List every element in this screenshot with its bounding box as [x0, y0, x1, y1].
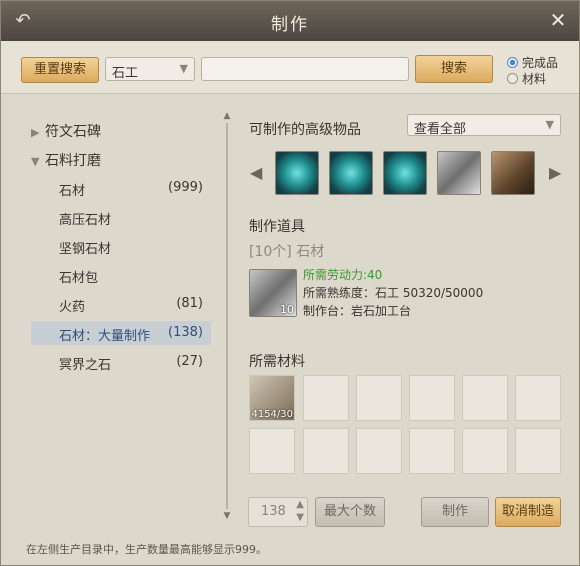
recipe-tree: ▶ 符文石碑 ▼ 石料打磨 石材 (999) 高压石材 坚钢石材 石材包 火药 (8… [19, 107, 215, 527]
material-slot [462, 375, 508, 421]
material-quantity: 4154/30 [251, 409, 293, 420]
item-label: 高压石材 [59, 213, 112, 228]
prev-arrow-icon[interactable]: ◀ [250, 163, 262, 183]
material-slot [303, 428, 349, 474]
sidebar-item-high-pressure-stone[interactable]: 高压石材 [31, 205, 211, 229]
next-arrow-icon[interactable]: ▶ [549, 163, 561, 183]
search-input[interactable] [201, 57, 409, 81]
chevron-down-icon: ▼ [545, 118, 554, 131]
filter-dropdown[interactable]: 查看全部 ▼ [407, 114, 561, 137]
item-count: (999) [168, 180, 203, 195]
category-rune-stele[interactable]: ▶ 符文石碑 [31, 121, 101, 141]
material-slot [356, 375, 402, 421]
item-count: (27) [176, 354, 203, 369]
expand-icon: ▶ [31, 126, 40, 139]
item-label: 坚钢石材 [59, 242, 112, 257]
product-icon[interactable]: 10 [249, 269, 297, 317]
sidebar-item-steel-stone[interactable]: 坚钢石材 [31, 234, 211, 258]
radio-unselected-icon [507, 73, 518, 84]
scroll-track[interactable] [226, 123, 228, 509]
advanced-item-slot[interactable] [437, 151, 481, 195]
cancel-craft-button[interactable]: 取消制造 [495, 497, 561, 527]
item-label: 石材包 [59, 271, 99, 286]
category-label: 石料打磨 [45, 153, 101, 169]
item-label: 冥界之石 [59, 358, 112, 373]
advanced-item-slot[interactable] [383, 151, 427, 195]
product-quantity: 10 [280, 303, 294, 316]
category-value: 石工 [112, 66, 139, 81]
title-bar: ↶ 制作 ✕ [1, 1, 579, 41]
labor-requirement: 所需劳动力:40 [303, 268, 383, 282]
crafting-window: ↶ 制作 ✕ 重置搜索 石工 ▼ 搜索 完成品 材料 ▶ 符文石碑 ▼ 石料打磨 石… [0, 0, 580, 566]
item-count: (81) [176, 296, 203, 311]
product-name: [10个] 石材 [249, 244, 325, 260]
search-button[interactable]: 搜索 [415, 55, 493, 83]
scroll-down-icon[interactable]: ▼ [222, 511, 232, 521]
sidebar-scrollbar[interactable]: ▲ ▼ [222, 111, 232, 521]
increment-icon[interactable]: ▲ [296, 499, 304, 510]
material-slot [409, 428, 455, 474]
advanced-item-slot[interactable] [329, 151, 373, 195]
radio-finished[interactable]: 完成品 [507, 54, 558, 71]
item-count: (138) [168, 325, 203, 340]
proficiency-requirement: 所需熟练度：石工 50320/50000 [303, 286, 484, 300]
material-slot [356, 428, 402, 474]
footer-hint: 在左侧生产目录中，生产数量最高能够显示999。 [26, 543, 267, 556]
window-title: 制作 [271, 15, 309, 35]
chevron-down-icon: ▼ [179, 62, 188, 75]
material-slot [409, 375, 455, 421]
radio-material-label: 材料 [522, 72, 547, 86]
material-slot [462, 428, 508, 474]
category-label: 符文石碑 [45, 124, 101, 140]
item-label: 石材 [59, 184, 86, 199]
filter-value: 查看全部 [414, 122, 467, 137]
max-quantity-button[interactable]: 最大个数 [315, 497, 385, 527]
material-slot[interactable]: 4154/30 [249, 375, 295, 421]
decrement-icon[interactable]: ▼ [296, 512, 304, 523]
item-label: 石材：大量制作 [59, 329, 151, 344]
collapse-icon: ▼ [31, 155, 40, 168]
quantity-stepper[interactable]: 138 ▲ ▼ [248, 497, 308, 527]
workstation-requirement: 制作台：岩石加工台 [303, 304, 412, 318]
materials-label: 所需材料 [249, 354, 305, 370]
category-dropdown[interactable]: 石工 ▼ [105, 57, 195, 81]
advanced-item-slot[interactable] [275, 151, 319, 195]
radio-finished-label: 完成品 [522, 56, 559, 70]
search-toolbar: 重置搜索 石工 ▼ 搜索 完成品 材料 [1, 41, 579, 94]
material-slot [515, 375, 561, 421]
reset-search-button[interactable]: 重置搜索 [21, 57, 99, 83]
radio-selected-icon [507, 57, 518, 68]
close-icon[interactable]: ✕ [547, 9, 569, 31]
tool-label: 制作道具 [249, 219, 305, 235]
item-label: 火药 [59, 300, 86, 315]
sidebar-item-stone-pack[interactable]: 石材包 [31, 263, 211, 287]
advanced-items-label: 可制作的高级物品 [249, 122, 361, 138]
material-slot [515, 428, 561, 474]
category-stone-polishing[interactable]: ▼ 石料打磨 [31, 150, 101, 170]
material-slot [249, 428, 295, 474]
sidebar-item-netherstone[interactable]: 冥界之石 (27) [31, 350, 211, 374]
sidebar-item-stone-bulk[interactable]: 石材：大量制作 (138) [31, 321, 211, 345]
scroll-up-icon[interactable]: ▲ [222, 111, 232, 121]
sidebar-item-stone[interactable]: 石材 (999) [31, 176, 211, 200]
sidebar-item-gunpowder[interactable]: 火药 (81) [31, 292, 211, 316]
craft-button[interactable]: 制作 [421, 497, 489, 527]
advanced-item-slot[interactable] [491, 151, 535, 195]
quantity-value: 138 [261, 504, 286, 519]
material-slot [303, 375, 349, 421]
radio-material[interactable]: 材料 [507, 70, 546, 87]
